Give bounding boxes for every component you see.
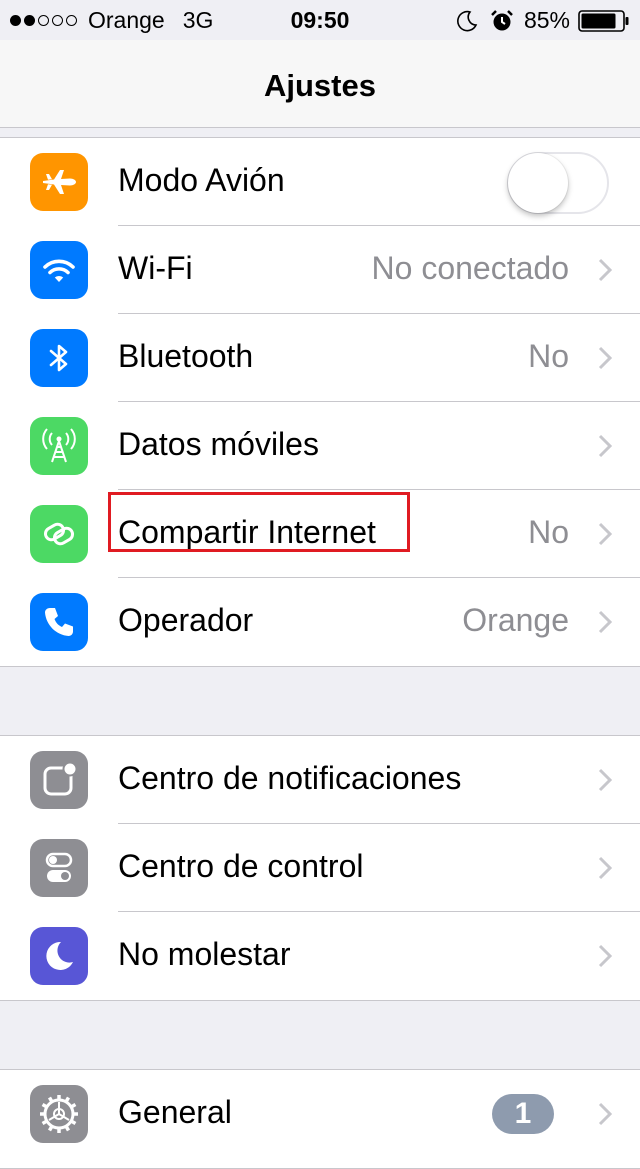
chain-link-icon <box>30 505 88 563</box>
chevron-right-icon <box>598 522 612 546</box>
settings-row-value: No <box>528 338 569 374</box>
settings-group-general: General 1 <box>0 1069 640 1169</box>
gear-tooth <box>70 1102 77 1109</box>
gear-tooth <box>64 1096 71 1103</box>
settings-row-value: No conectado <box>371 250 569 286</box>
navigation-bar: Ajustes <box>0 40 640 128</box>
alarm-icon <box>490 9 514 33</box>
settings-row-do-not-disturb[interactable]: No molestar <box>0 912 640 1000</box>
settings-row-carrier[interactable]: Operador Orange <box>0 578 640 666</box>
chevron-right-icon <box>598 258 612 282</box>
settings-row-label: Modo Avión <box>118 162 285 198</box>
settings-row-value: No <box>528 514 569 550</box>
settings-row-airplane[interactable]: Modo Avión <box>0 138 640 226</box>
settings-row-control-center[interactable]: Centro de control <box>0 824 640 912</box>
settings-row-label: General <box>118 1094 232 1130</box>
chevron-right-icon <box>598 768 612 792</box>
settings-row-label: Datos móviles <box>118 426 319 462</box>
battery-icon <box>578 9 630 32</box>
notification-center-icon <box>30 751 88 809</box>
chevron-right-icon <box>598 1102 612 1126</box>
chevron-right-icon <box>598 856 612 880</box>
settings-row-value: Orange <box>462 602 569 638</box>
settings-row-label: Centro de notificaciones <box>118 760 462 796</box>
settings-group-system: Centro de notificaciones Centro de contr… <box>0 735 640 1001</box>
settings-row-label: No molestar <box>118 936 291 972</box>
highlight-annotation-box <box>108 492 410 552</box>
chevron-right-icon <box>598 610 612 634</box>
settings-row-cellular[interactable]: Datos móviles <box>0 402 640 490</box>
gear-tooth <box>41 1119 48 1126</box>
settings-row-general[interactable]: General 1 <box>0 1070 640 1158</box>
chevron-right-icon <box>598 434 612 458</box>
gear-tooth <box>47 1125 54 1132</box>
gear-tooth <box>64 1125 71 1132</box>
settings-row-label: Wi-Fi <box>118 250 193 286</box>
control-center-icon <box>30 839 88 897</box>
settings-row-label: Centro de control <box>118 848 364 884</box>
chevron-right-icon <box>598 944 612 968</box>
airplane-mode-toggle[interactable] <box>507 152 609 214</box>
status-right: 85% <box>456 7 630 34</box>
cellular-antenna-icon <box>30 417 88 475</box>
settings-row-label: Operador <box>118 602 254 638</box>
settings-group-connectivity: Modo Avión Wi-Fi No conectado Bluetooth … <box>0 137 640 667</box>
battery-percent: 85% <box>523 7 570 33</box>
update-count-badge: 1 <box>492 1094 554 1134</box>
airplane-icon <box>30 153 88 211</box>
status-bar: Orange 3G 09:50 85% <box>0 0 640 40</box>
do-not-disturb-icon <box>456 10 478 32</box>
page-title: Ajustes <box>264 68 376 103</box>
settings-row-label: Compartir Internet <box>108 492 410 552</box>
settings-row-wifi[interactable]: Wi-Fi No conectado <box>0 226 640 314</box>
gear-tooth <box>41 1102 48 1109</box>
settings-row-notifications[interactable]: Centro de notificaciones <box>0 736 640 824</box>
wifi-icon <box>30 241 88 299</box>
phone-icon <box>30 593 88 651</box>
settings-row-bluetooth[interactable]: Bluetooth No <box>0 314 640 402</box>
settings-row-hotspot[interactable]: Compartir Internet No <box>0 490 640 578</box>
settings-row-label: Bluetooth <box>118 338 254 374</box>
gear-tooth <box>47 1096 54 1103</box>
toggle-knob <box>508 153 568 213</box>
chevron-right-icon <box>598 346 612 370</box>
moon-icon <box>30 927 88 985</box>
gear-tooth <box>70 1119 77 1126</box>
gear-icon <box>30 1085 88 1143</box>
bluetooth-icon <box>30 329 88 387</box>
